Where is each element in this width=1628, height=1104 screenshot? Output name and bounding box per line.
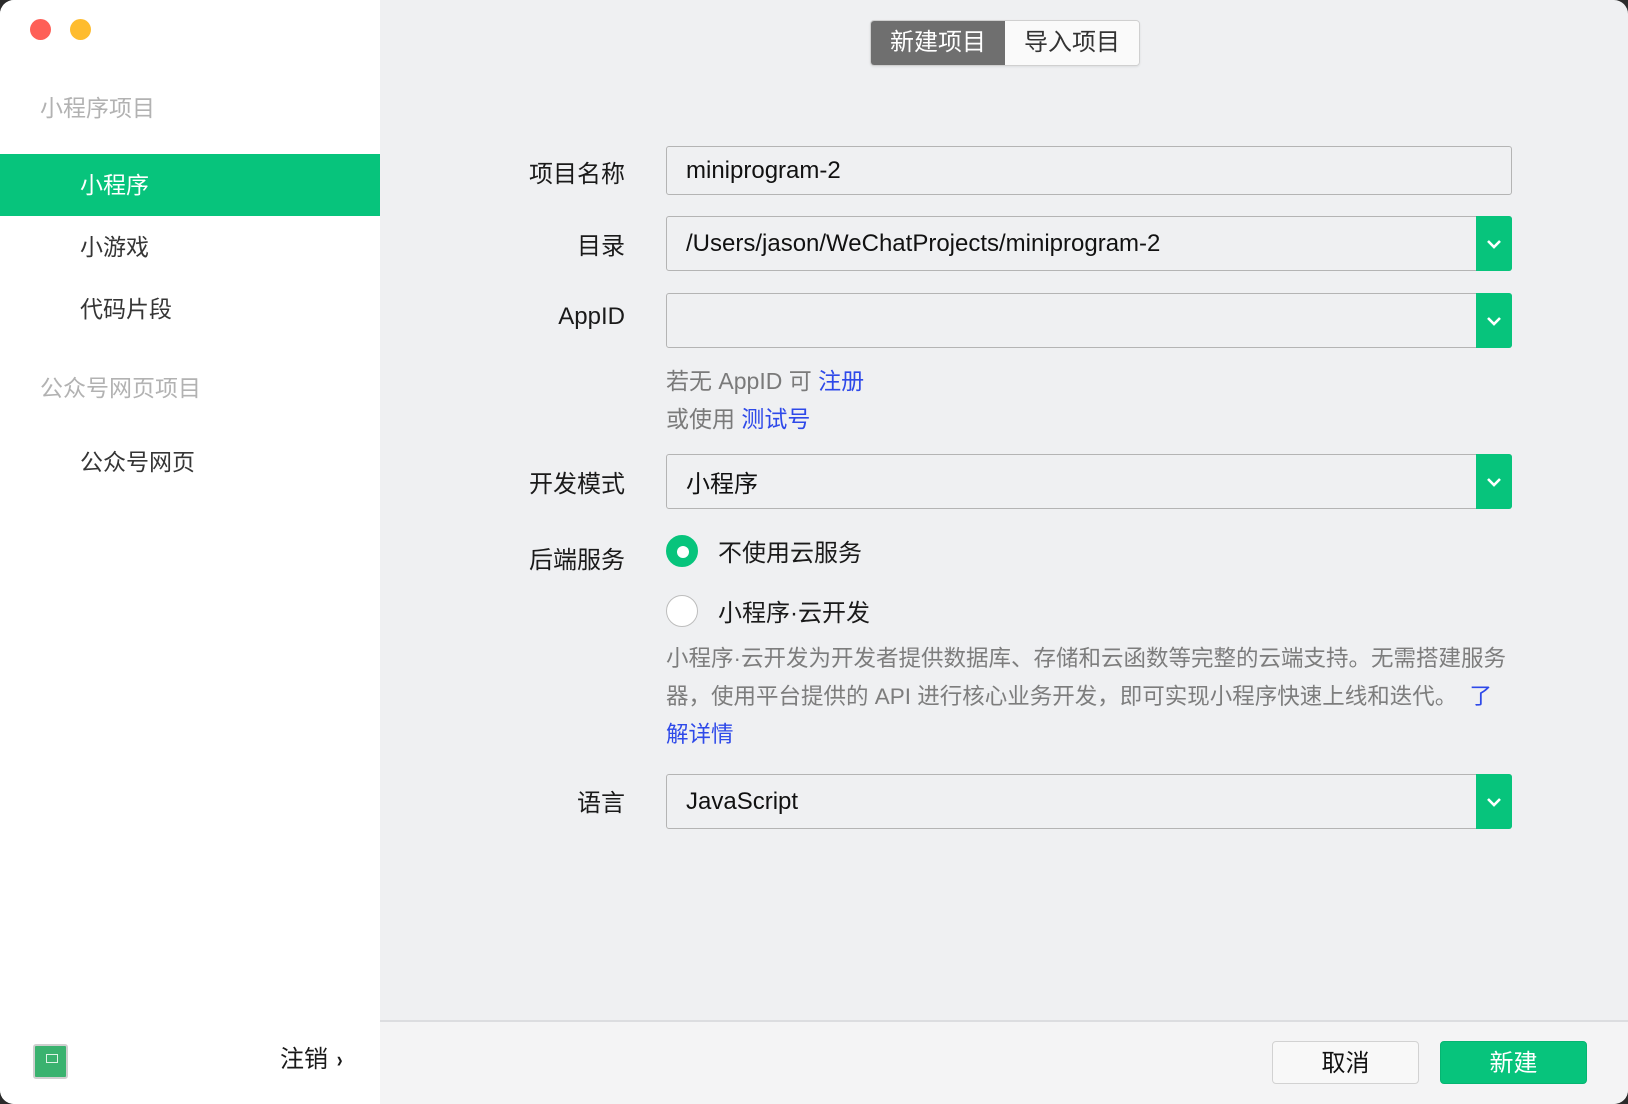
sidebar-item-official-account-web[interactable]: 公众号网页 (0, 431, 380, 493)
appid-hint-text: 若无 AppID 可 (666, 368, 812, 394)
create-button[interactable]: 新建 (1440, 1041, 1587, 1084)
project-name-label: 项目名称 (529, 161, 625, 188)
language-dropdown-button[interactable] (1476, 774, 1512, 829)
window-close-button[interactable] (30, 19, 51, 40)
directory-dropdown-button[interactable] (1476, 216, 1512, 271)
language-value: JavaScript (686, 787, 799, 815)
backend-service-label: 后端服务 (529, 547, 625, 574)
language-label: 语言 (577, 790, 625, 817)
cloud-dev-description: 小程序·云开发为开发者提供数据库、存储和云函数等完整的云端支持。无需搭建服务器，… (666, 640, 1512, 754)
logout-button[interactable]: 注销 › (280, 1040, 343, 1080)
project-name-value: miniprogram-2 (686, 156, 841, 184)
chevron-right-icon: › (336, 1047, 343, 1072)
radio-unselected-icon[interactable] (666, 594, 698, 627)
radio-selected-icon[interactable] (666, 534, 698, 567)
cancel-button[interactable]: 取消 (1272, 1041, 1419, 1084)
sidebar-item-minigame[interactable]: 小游戏 (0, 216, 380, 278)
radio-cloud-dev-label: 小程序·云开发 (718, 600, 870, 627)
appid-dropdown-button[interactable] (1476, 293, 1512, 348)
test-account-link[interactable]: 测试号 (741, 406, 810, 432)
directory-label: 目录 (577, 233, 625, 260)
cloud-dev-description-text: 小程序·云开发为开发者提供数据库、存储和云函数等完整的云端支持。无需搭建服务器，… (666, 646, 1506, 709)
sidebar: 小程序项目 小程序 小游戏 代码片段 公众号网页项目 公众号网页 注销 › (0, 0, 380, 1104)
tab-import-project[interactable]: 导入项目 (1005, 21, 1139, 65)
sidebar-item-miniprogram[interactable]: 小程序 (0, 154, 380, 216)
user-avatar-icon[interactable] (33, 1044, 68, 1079)
language-select[interactable]: JavaScript (666, 774, 1512, 829)
radio-no-cloud-label: 不使用云服务 (718, 540, 862, 567)
chevron-down-icon (1487, 477, 1501, 487)
footer-bar: 取消 新建 (380, 1020, 1628, 1104)
sidebar-group-official-account-projects: 公众号网页项目 (40, 375, 201, 401)
radio-no-cloud[interactable]: 不使用云服务 (666, 533, 862, 568)
dev-mode-select[interactable]: 小程序 (666, 454, 1512, 509)
register-link[interactable]: 注册 (818, 368, 864, 394)
appid-input[interactable] (666, 293, 1512, 348)
window-minimize-button[interactable] (70, 19, 91, 40)
chevron-down-icon (1487, 316, 1501, 326)
project-type-tabs: 新建项目 导入项目 (870, 20, 1140, 66)
appid-test-account-hint: 或使用 测试号 (666, 400, 810, 434)
new-project-window: 小程序项目 小程序 小游戏 代码片段 公众号网页项目 公众号网页 注销 › 新建… (0, 0, 1628, 1104)
sidebar-item-code-snippet[interactable]: 代码片段 (0, 278, 380, 340)
radio-cloud-dev[interactable]: 小程序·云开发 (666, 593, 870, 628)
tab-new-project[interactable]: 新建项目 (871, 21, 1005, 65)
chevron-down-icon (1487, 239, 1501, 249)
dev-mode-label: 开发模式 (529, 471, 625, 498)
appid-label: AppID (558, 303, 625, 330)
directory-input[interactable]: /Users/jason/WeChatProjects/miniprogram-… (666, 216, 1512, 271)
appid-register-hint: 若无 AppID 可 注册 (666, 362, 864, 396)
test-account-hint-text: 或使用 (666, 406, 735, 432)
chevron-down-icon (1487, 797, 1501, 807)
logout-label: 注销 (280, 1046, 328, 1073)
sidebar-group-miniprogram-projects: 小程序项目 (40, 95, 155, 121)
project-name-input[interactable]: miniprogram-2 (666, 146, 1512, 195)
directory-value: /Users/jason/WeChatProjects/miniprogram-… (686, 229, 1161, 257)
dev-mode-dropdown-button[interactable] (1476, 454, 1512, 509)
dev-mode-value: 小程序 (686, 471, 758, 498)
